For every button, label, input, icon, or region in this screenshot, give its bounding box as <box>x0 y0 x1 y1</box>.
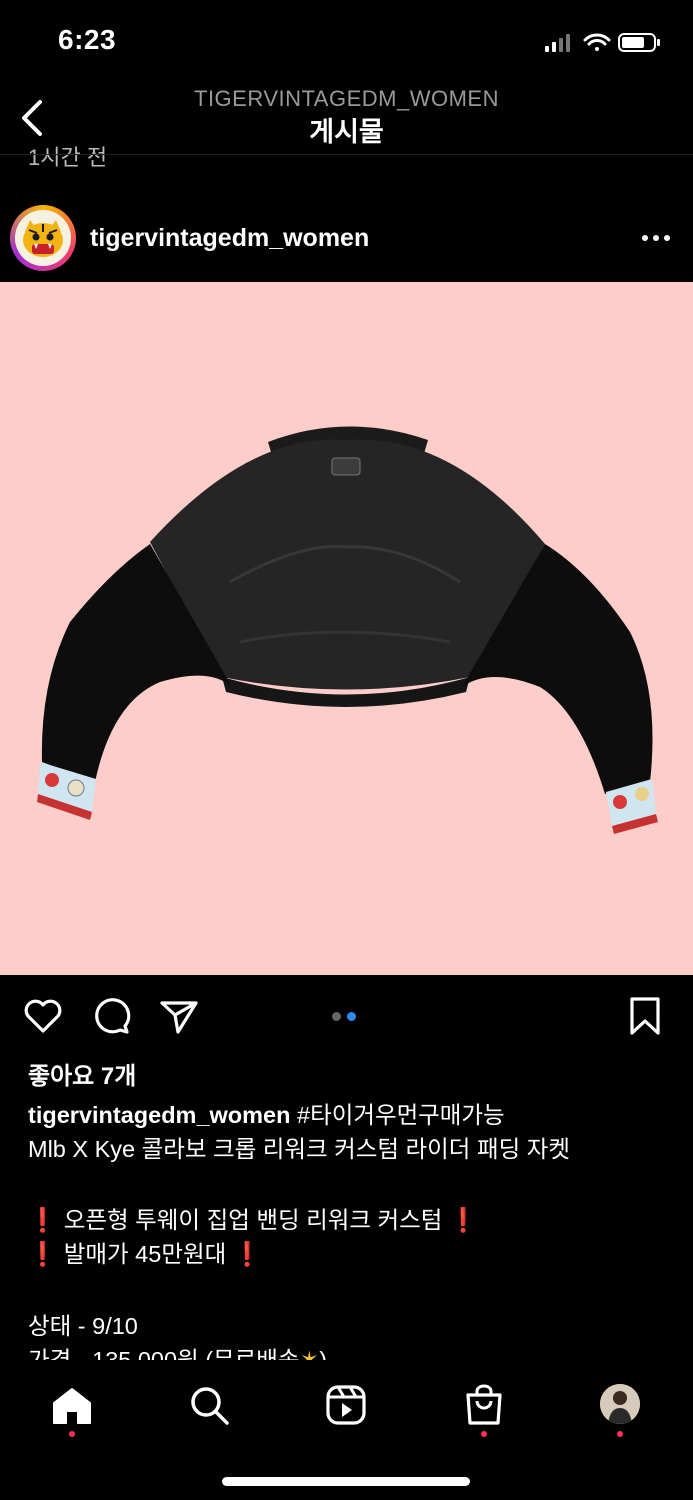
bookmark-icon[interactable] <box>624 995 666 1037</box>
battery-icon <box>618 33 660 52</box>
home-notification-dot <box>69 1431 75 1437</box>
header-divider <box>0 154 693 155</box>
shop-icon[interactable] <box>462 1383 506 1427</box>
jacket-photo <box>37 426 658 834</box>
post-author[interactable]: tigervintagedm_women <box>90 224 369 253</box>
shop-notification-dot <box>481 1431 487 1437</box>
highlight-text-2: 발매가 45만원대 <box>63 1241 227 1267</box>
heart-icon[interactable] <box>22 995 64 1037</box>
carousel-dot-active <box>347 1012 356 1021</box>
caption-username[interactable]: tigervintagedm_women <box>28 1102 290 1128</box>
caption-highlight-1: ❗ 오픈형 투웨이 집업 밴딩 리워크 커스텀 ❗ <box>28 1206 478 1234</box>
caption-highlight-2: ❗ 발매가 45만원대 ❗ <box>28 1240 262 1268</box>
search-icon[interactable] <box>187 1383 231 1427</box>
exclamation-icon: ❗ <box>28 1207 58 1233</box>
home-icon[interactable] <box>50 1383 94 1427</box>
caption-hashtag[interactable]: #타이거우먼구매가능 <box>297 1102 505 1128</box>
more-icon[interactable] <box>640 222 674 252</box>
carousel-indicator <box>332 1008 362 1026</box>
status-icons <box>545 33 660 52</box>
post-image[interactable] <box>0 282 693 975</box>
exclamation-icon: ❗ <box>28 1241 58 1267</box>
caption-title: Mlb X Kye 콜라보 크롭 리워크 커스텀 라이더 패딩 자켓 <box>28 1136 570 1162</box>
caption-condition: 상태 - 9/10 <box>28 1313 138 1339</box>
signal-icon <box>545 34 570 52</box>
profile-notification-dot <box>617 1431 623 1437</box>
tiger-logo-icon <box>15 210 71 266</box>
wifi-icon <box>583 33 611 51</box>
highlight-text-1: 오픈형 투웨이 집업 밴딩 리워크 커스텀 <box>63 1207 443 1233</box>
comment-icon[interactable] <box>90 995 132 1037</box>
like-count[interactable]: 좋아요 7개 <box>28 1056 136 1091</box>
exclamation-icon: ❗ <box>232 1241 262 1267</box>
profile-avatar[interactable] <box>600 1384 640 1424</box>
caption-line-1: tigervintagedm_women #타이거우먼구매가능 <box>28 1101 505 1129</box>
profile-photo <box>600 1384 640 1424</box>
share-icon[interactable] <box>158 995 200 1037</box>
header-account: TIGERVINTAGEDM_WOMEN <box>194 86 499 111</box>
page-title: 게시물 <box>309 117 384 147</box>
exclamation-icon: ❗ <box>448 1207 479 1233</box>
reels-icon[interactable] <box>324 1383 368 1427</box>
carousel-dot <box>332 1012 341 1021</box>
home-indicator[interactable] <box>222 1477 470 1486</box>
author-avatar[interactable] <box>15 210 71 266</box>
back-icon[interactable] <box>14 96 54 140</box>
status-time: 6:23 <box>58 24 117 55</box>
